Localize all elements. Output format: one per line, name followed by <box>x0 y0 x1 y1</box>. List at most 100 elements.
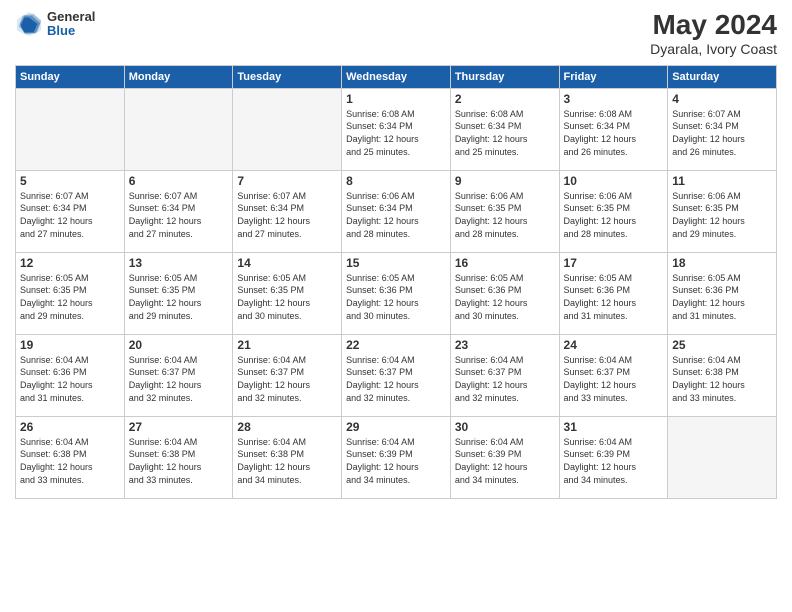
day-number: 29 <box>346 420 446 434</box>
day-info: Sunrise: 6:08 AM Sunset: 6:34 PM Dayligh… <box>564 108 664 158</box>
table-row: 2 Sunrise: 6:08 AM Sunset: 6:34 PM Daylig… <box>450 88 559 170</box>
logo-general: General <box>47 10 95 24</box>
day-info: Sunrise: 6:06 AM Sunset: 6:35 PM Dayligh… <box>564 190 664 240</box>
logo-text: General Blue <box>47 10 95 39</box>
table-row: 19Sunrise: 6:04 AM Sunset: 6:36 PM Dayli… <box>16 334 125 416</box>
page: General Blue May 2024 Dyarala, Ivory Coa… <box>0 0 792 612</box>
table-row: 20Sunrise: 6:04 AM Sunset: 6:37 PM Dayli… <box>124 334 233 416</box>
day-info: Sunrise: 6:08 AM Sunset: 6:34 PM Dayligh… <box>346 108 446 158</box>
day-number: 24 <box>564 338 664 352</box>
table-row: 29 Sunrise: 6:04 AM Sunset: 6:39 PM Dayli… <box>342 416 451 498</box>
day-info: Sunrise: 6:06 AM Sunset: 6:35 PM Dayligh… <box>455 190 555 240</box>
day-number: 7 <box>237 174 337 188</box>
table-row: 27 Sunrise: 6:04 AM Sunset: 6:38 PM Dayli… <box>124 416 233 498</box>
table-row: 12Sunrise: 6:05 AM Sunset: 6:35 PM Dayli… <box>16 252 125 334</box>
table-row: 8Sunrise: 6:06 AM Sunset: 6:34 PM Daylig… <box>342 170 451 252</box>
day-number: 14 <box>237 256 337 270</box>
day-info: Sunrise: 6:08 AM Sunset: 6:34 PM Dayligh… <box>455 108 555 158</box>
day-number: 3 <box>564 92 664 106</box>
table-row: 9 Sunrise: 6:06 AM Sunset: 6:35 PM Daylig… <box>450 170 559 252</box>
day-number: 8 <box>346 174 446 188</box>
header-tuesday: Tuesday <box>233 65 342 88</box>
day-info: Sunrise: 6:04 AM Sunset: 6:37 PM Dayligh… <box>564 354 664 404</box>
title-section: May 2024 Dyarala, Ivory Coast <box>650 10 777 57</box>
table-row <box>233 88 342 170</box>
calendar-header-row: Sunday Monday Tuesday Wednesday Thursday… <box>16 65 777 88</box>
logo-icon <box>15 10 43 38</box>
table-row: 6Sunrise: 6:07 AM Sunset: 6:34 PM Daylig… <box>124 170 233 252</box>
day-info: Sunrise: 6:04 AM Sunset: 6:39 PM Dayligh… <box>346 436 446 486</box>
day-number: 10 <box>564 174 664 188</box>
table-row: 26Sunrise: 6:04 AM Sunset: 6:38 PM Dayli… <box>16 416 125 498</box>
calendar-week-row: 19Sunrise: 6:04 AM Sunset: 6:36 PM Dayli… <box>16 334 777 416</box>
table-row: 15 Sunrise: 6:05 AM Sunset: 6:36 PM Dayli… <box>342 252 451 334</box>
day-info: Sunrise: 6:04 AM Sunset: 6:37 PM Dayligh… <box>346 354 446 404</box>
day-number: 2 <box>455 92 555 106</box>
day-info: Sunrise: 6:07 AM Sunset: 6:34 PM Dayligh… <box>672 108 772 158</box>
table-row: 23Sunrise: 6:04 AM Sunset: 6:37 PM Dayli… <box>450 334 559 416</box>
table-row: 17 Sunrise: 6:05 AM Sunset: 6:36 PM Dayli… <box>559 252 668 334</box>
table-row: 4 Sunrise: 6:07 AM Sunset: 6:34 PM Daylig… <box>668 88 777 170</box>
day-number: 30 <box>455 420 555 434</box>
day-number: 28 <box>237 420 337 434</box>
calendar-subtitle: Dyarala, Ivory Coast <box>650 41 777 57</box>
table-row: 10 Sunrise: 6:06 AM Sunset: 6:35 PM Dayli… <box>559 170 668 252</box>
table-row: 18Sunrise: 6:05 AM Sunset: 6:36 PM Dayli… <box>668 252 777 334</box>
day-info: Sunrise: 6:04 AM Sunset: 6:38 PM Dayligh… <box>129 436 229 486</box>
day-info: Sunrise: 6:06 AM Sunset: 6:35 PM Dayligh… <box>672 190 772 240</box>
header-wednesday: Wednesday <box>342 65 451 88</box>
header-monday: Monday <box>124 65 233 88</box>
day-info: Sunrise: 6:04 AM Sunset: 6:38 PM Dayligh… <box>237 436 337 486</box>
calendar-week-row: 26Sunrise: 6:04 AM Sunset: 6:38 PM Dayli… <box>16 416 777 498</box>
day-info: Sunrise: 6:07 AM Sunset: 6:34 PM Dayligh… <box>20 190 120 240</box>
table-row: 22 Sunrise: 6:04 AM Sunset: 6:37 PM Dayli… <box>342 334 451 416</box>
table-row <box>124 88 233 170</box>
day-info: Sunrise: 6:04 AM Sunset: 6:39 PM Dayligh… <box>564 436 664 486</box>
logo: General Blue <box>15 10 95 39</box>
day-number: 1 <box>346 92 446 106</box>
day-number: 9 <box>455 174 555 188</box>
table-row: 3 Sunrise: 6:08 AM Sunset: 6:34 PM Daylig… <box>559 88 668 170</box>
day-number: 12 <box>20 256 120 270</box>
day-info: Sunrise: 6:05 AM Sunset: 6:36 PM Dayligh… <box>564 272 664 322</box>
day-number: 18 <box>672 256 772 270</box>
day-info: Sunrise: 6:05 AM Sunset: 6:35 PM Dayligh… <box>237 272 337 322</box>
table-row <box>668 416 777 498</box>
table-row: 5 Sunrise: 6:07 AM Sunset: 6:34 PM Daylig… <box>16 170 125 252</box>
day-number: 15 <box>346 256 446 270</box>
day-number: 27 <box>129 420 229 434</box>
day-info: Sunrise: 6:04 AM Sunset: 6:39 PM Dayligh… <box>455 436 555 486</box>
day-number: 16 <box>455 256 555 270</box>
header-saturday: Saturday <box>668 65 777 88</box>
table-row: 11 Sunrise: 6:06 AM Sunset: 6:35 PM Dayli… <box>668 170 777 252</box>
day-number: 31 <box>564 420 664 434</box>
day-number: 22 <box>346 338 446 352</box>
day-info: Sunrise: 6:04 AM Sunset: 6:38 PM Dayligh… <box>20 436 120 486</box>
table-row: 16 Sunrise: 6:05 AM Sunset: 6:36 PM Dayli… <box>450 252 559 334</box>
table-row: 13Sunrise: 6:05 AM Sunset: 6:35 PM Dayli… <box>124 252 233 334</box>
day-info: Sunrise: 6:04 AM Sunset: 6:38 PM Dayligh… <box>672 354 772 404</box>
day-info: Sunrise: 6:07 AM Sunset: 6:34 PM Dayligh… <box>129 190 229 240</box>
day-info: Sunrise: 6:05 AM Sunset: 6:36 PM Dayligh… <box>455 272 555 322</box>
table-row <box>16 88 125 170</box>
day-info: Sunrise: 6:07 AM Sunset: 6:34 PM Dayligh… <box>237 190 337 240</box>
day-number: 17 <box>564 256 664 270</box>
day-info: Sunrise: 6:04 AM Sunset: 6:37 PM Dayligh… <box>237 354 337 404</box>
calendar-week-row: 1 Sunrise: 6:08 AM Sunset: 6:34 PM Daylig… <box>16 88 777 170</box>
header-friday: Friday <box>559 65 668 88</box>
table-row: 21 Sunrise: 6:04 AM Sunset: 6:37 PM Dayli… <box>233 334 342 416</box>
table-row: 14 Sunrise: 6:05 AM Sunset: 6:35 PM Dayli… <box>233 252 342 334</box>
table-row: 24 Sunrise: 6:04 AM Sunset: 6:37 PM Dayli… <box>559 334 668 416</box>
day-number: 25 <box>672 338 772 352</box>
header-sunday: Sunday <box>16 65 125 88</box>
calendar-week-row: 12 Sunrise: 6:05 AM Sunset: 6:35 PM Dayli… <box>16 252 777 334</box>
day-info: Sunrise: 6:05 AM Sunset: 6:36 PM Dayligh… <box>346 272 446 322</box>
day-number: 11 <box>672 174 772 188</box>
table-row: 7 Sunrise: 6:07 AM Sunset: 6:34 PM Daylig… <box>233 170 342 252</box>
calendar-week-row: 5 Sunrise: 6:07 AM Sunset: 6:34 PM Daylig… <box>16 170 777 252</box>
day-number: 5 <box>20 174 120 188</box>
day-number: 21 <box>237 338 337 352</box>
table-row: 30 Sunrise: 6:04 AM Sunset: 6:39 PM Dayli… <box>450 416 559 498</box>
day-info: Sunrise: 6:04 AM Sunset: 6:37 PM Dayligh… <box>129 354 229 404</box>
day-number: 4 <box>672 92 772 106</box>
